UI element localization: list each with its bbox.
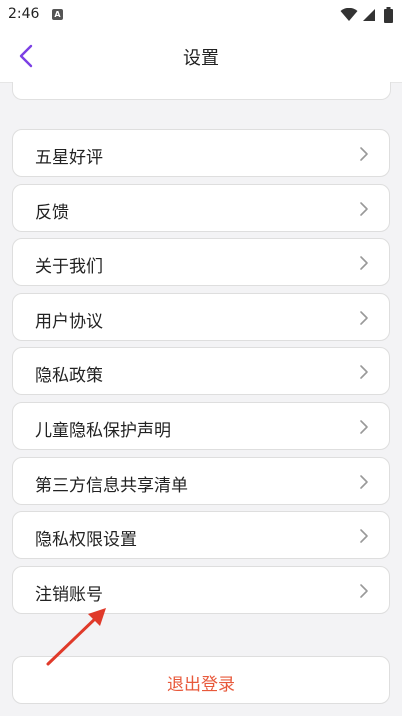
settings-item-privacy-policy[interactable]: 隐私政策	[12, 347, 390, 396]
settings-item-about-us[interactable]: 关于我们	[12, 238, 390, 287]
chevron-right-icon	[360, 529, 368, 543]
chevron-right-icon	[360, 583, 368, 598]
settings-item-delete-account[interactable]: 注销账号	[12, 565, 390, 614]
app-header: 设置	[0, 30, 402, 83]
chevron-right-icon	[360, 256, 368, 270]
settings-item-label: 隐私权限设置	[35, 530, 137, 551]
settings-item-feedback[interactable]: 反馈	[12, 183, 390, 232]
settings-item-user-agreement[interactable]: 用户协议	[12, 292, 390, 341]
settings-item-third-party-sharing[interactable]: 第三方信息共享清单	[12, 456, 390, 505]
partial-card-top	[12, 82, 391, 100]
settings-item-label: 关于我们	[35, 257, 103, 278]
battery-icon	[384, 7, 393, 23]
page-title: 设置	[183, 48, 219, 69]
settings-list: 五星好评 反馈 关于我们 用户协议 隐私政策 儿童隐私保护声明 第三方信息共享清…	[12, 129, 390, 620]
settings-item-five-star-rating[interactable]: 五星好评	[12, 129, 390, 177]
logout-label: 退出登录	[167, 675, 235, 695]
settings-item-label: 儿童隐私保护声明	[35, 420, 171, 441]
chevron-right-icon	[360, 474, 368, 489]
notification-a-icon: A	[52, 9, 63, 20]
settings-item-privacy-permissions[interactable]: 隐私权限设置	[12, 511, 390, 560]
settings-item-label: 用户协议	[35, 311, 103, 332]
signal-icon	[363, 9, 375, 21]
chevron-right-icon	[360, 147, 368, 161]
settings-item-child-privacy[interactable]: 儿童隐私保护声明	[12, 401, 390, 450]
settings-item-label: 注销账号	[35, 584, 103, 605]
chevron-right-icon	[360, 365, 368, 380]
settings-item-label: 五星好评	[35, 148, 103, 168]
status-time: 2:46	[8, 6, 40, 22]
chevron-right-icon	[360, 310, 368, 325]
chevron-right-icon	[360, 420, 368, 434]
status-bar: 2:46 A	[0, 0, 402, 30]
settings-item-label: 隐私政策	[35, 366, 103, 387]
settings-item-label: 第三方信息共享清单	[35, 475, 188, 496]
chevron-right-icon	[360, 201, 368, 216]
settings-item-label: 反馈	[35, 202, 69, 223]
logout-button[interactable]: 退出登录	[12, 656, 390, 704]
wifi-icon	[340, 8, 358, 21]
